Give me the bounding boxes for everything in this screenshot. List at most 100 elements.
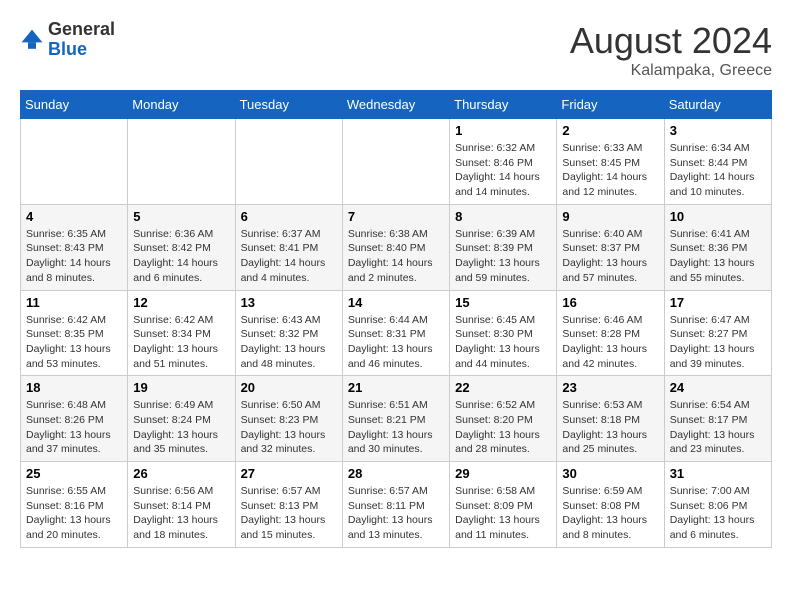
day-number: 5 xyxy=(133,209,229,224)
day-info: Sunrise: 6:59 AMSunset: 8:08 PMDaylight:… xyxy=(562,484,658,543)
table-row: 25 Sunrise: 6:55 AMSunset: 8:16 PMDaylig… xyxy=(21,462,128,548)
day-number: 22 xyxy=(455,380,551,395)
table-row: 10 Sunrise: 6:41 AMSunset: 8:36 PMDaylig… xyxy=(664,204,771,290)
logo: General Blue xyxy=(20,20,115,60)
day-number: 27 xyxy=(241,466,337,481)
logo-general-text: General xyxy=(48,19,115,39)
day-info: Sunrise: 6:41 AMSunset: 8:36 PMDaylight:… xyxy=(670,227,766,286)
table-row: 20 Sunrise: 6:50 AMSunset: 8:23 PMDaylig… xyxy=(235,376,342,462)
table-row: 7 Sunrise: 6:38 AMSunset: 8:40 PMDayligh… xyxy=(342,204,449,290)
day-info: Sunrise: 6:32 AMSunset: 8:46 PMDaylight:… xyxy=(455,141,551,200)
day-number: 14 xyxy=(348,295,444,310)
header-sunday: Sunday xyxy=(21,91,128,119)
day-number: 4 xyxy=(26,209,122,224)
day-info: Sunrise: 6:42 AMSunset: 8:35 PMDaylight:… xyxy=(26,313,122,372)
table-row: 28 Sunrise: 6:57 AMSunset: 8:11 PMDaylig… xyxy=(342,462,449,548)
day-number: 30 xyxy=(562,466,658,481)
table-row: 11 Sunrise: 6:42 AMSunset: 8:35 PMDaylig… xyxy=(21,290,128,376)
title-block: August 2024 Kalampaka, Greece xyxy=(570,20,772,80)
table-row: 17 Sunrise: 6:47 AMSunset: 8:27 PMDaylig… xyxy=(664,290,771,376)
calendar-week-row: 18 Sunrise: 6:48 AMSunset: 8:26 PMDaylig… xyxy=(21,376,772,462)
table-row: 13 Sunrise: 6:43 AMSunset: 8:32 PMDaylig… xyxy=(235,290,342,376)
calendar-table: Sunday Monday Tuesday Wednesday Thursday… xyxy=(20,90,772,548)
table-row: 6 Sunrise: 6:37 AMSunset: 8:41 PMDayligh… xyxy=(235,204,342,290)
day-number: 19 xyxy=(133,380,229,395)
day-number: 13 xyxy=(241,295,337,310)
day-info: Sunrise: 6:39 AMSunset: 8:39 PMDaylight:… xyxy=(455,227,551,286)
day-info: Sunrise: 6:46 AMSunset: 8:28 PMDaylight:… xyxy=(562,313,658,372)
day-info: Sunrise: 6:52 AMSunset: 8:20 PMDaylight:… xyxy=(455,398,551,457)
table-row: 22 Sunrise: 6:52 AMSunset: 8:20 PMDaylig… xyxy=(450,376,557,462)
location-subtitle: Kalampaka, Greece xyxy=(570,62,772,80)
table-row: 29 Sunrise: 6:58 AMSunset: 8:09 PMDaylig… xyxy=(450,462,557,548)
table-row: 15 Sunrise: 6:45 AMSunset: 8:30 PMDaylig… xyxy=(450,290,557,376)
table-row: 3 Sunrise: 6:34 AMSunset: 8:44 PMDayligh… xyxy=(664,119,771,205)
day-info: Sunrise: 6:53 AMSunset: 8:18 PMDaylight:… xyxy=(562,398,658,457)
day-number: 9 xyxy=(562,209,658,224)
day-info: Sunrise: 6:55 AMSunset: 8:16 PMDaylight:… xyxy=(26,484,122,543)
table-row xyxy=(235,119,342,205)
table-row: 2 Sunrise: 6:33 AMSunset: 8:45 PMDayligh… xyxy=(557,119,664,205)
day-info: Sunrise: 6:50 AMSunset: 8:23 PMDaylight:… xyxy=(241,398,337,457)
day-info: Sunrise: 6:58 AMSunset: 8:09 PMDaylight:… xyxy=(455,484,551,543)
day-info: Sunrise: 6:44 AMSunset: 8:31 PMDaylight:… xyxy=(348,313,444,372)
table-row: 26 Sunrise: 6:56 AMSunset: 8:14 PMDaylig… xyxy=(128,462,235,548)
header-thursday: Thursday xyxy=(450,91,557,119)
day-info: Sunrise: 6:40 AMSunset: 8:37 PMDaylight:… xyxy=(562,227,658,286)
day-number: 8 xyxy=(455,209,551,224)
weekday-header-row: Sunday Monday Tuesday Wednesday Thursday… xyxy=(21,91,772,119)
day-number: 1 xyxy=(455,123,551,138)
table-row: 19 Sunrise: 6:49 AMSunset: 8:24 PMDaylig… xyxy=(128,376,235,462)
day-info: Sunrise: 6:34 AMSunset: 8:44 PMDaylight:… xyxy=(670,141,766,200)
day-info: Sunrise: 6:51 AMSunset: 8:21 PMDaylight:… xyxy=(348,398,444,457)
day-info: Sunrise: 6:56 AMSunset: 8:14 PMDaylight:… xyxy=(133,484,229,543)
table-row: 30 Sunrise: 6:59 AMSunset: 8:08 PMDaylig… xyxy=(557,462,664,548)
day-info: Sunrise: 6:45 AMSunset: 8:30 PMDaylight:… xyxy=(455,313,551,372)
header-wednesday: Wednesday xyxy=(342,91,449,119)
day-number: 18 xyxy=(26,380,122,395)
header-tuesday: Tuesday xyxy=(235,91,342,119)
month-year-title: August 2024 xyxy=(570,20,772,62)
day-number: 26 xyxy=(133,466,229,481)
header-monday: Monday xyxy=(128,91,235,119)
day-info: Sunrise: 6:35 AMSunset: 8:43 PMDaylight:… xyxy=(26,227,122,286)
day-info: Sunrise: 6:57 AMSunset: 8:13 PMDaylight:… xyxy=(241,484,337,543)
table-row: 14 Sunrise: 6:44 AMSunset: 8:31 PMDaylig… xyxy=(342,290,449,376)
day-number: 29 xyxy=(455,466,551,481)
day-number: 31 xyxy=(670,466,766,481)
day-info: Sunrise: 6:37 AMSunset: 8:41 PMDaylight:… xyxy=(241,227,337,286)
day-number: 11 xyxy=(26,295,122,310)
table-row: 21 Sunrise: 6:51 AMSunset: 8:21 PMDaylig… xyxy=(342,376,449,462)
calendar-week-row: 25 Sunrise: 6:55 AMSunset: 8:16 PMDaylig… xyxy=(21,462,772,548)
day-number: 7 xyxy=(348,209,444,224)
table-row: 4 Sunrise: 6:35 AMSunset: 8:43 PMDayligh… xyxy=(21,204,128,290)
table-row xyxy=(342,119,449,205)
day-number: 10 xyxy=(670,209,766,224)
day-number: 15 xyxy=(455,295,551,310)
table-row: 12 Sunrise: 6:42 AMSunset: 8:34 PMDaylig… xyxy=(128,290,235,376)
day-number: 16 xyxy=(562,295,658,310)
header-saturday: Saturday xyxy=(664,91,771,119)
table-row xyxy=(128,119,235,205)
day-number: 25 xyxy=(26,466,122,481)
day-info: Sunrise: 7:00 AMSunset: 8:06 PMDaylight:… xyxy=(670,484,766,543)
table-row xyxy=(21,119,128,205)
logo-icon xyxy=(20,28,44,52)
logo-blue-text: Blue xyxy=(48,39,87,59)
day-info: Sunrise: 6:57 AMSunset: 8:11 PMDaylight:… xyxy=(348,484,444,543)
header-friday: Friday xyxy=(557,91,664,119)
table-row: 31 Sunrise: 7:00 AMSunset: 8:06 PMDaylig… xyxy=(664,462,771,548)
day-number: 2 xyxy=(562,123,658,138)
day-info: Sunrise: 6:49 AMSunset: 8:24 PMDaylight:… xyxy=(133,398,229,457)
day-info: Sunrise: 6:33 AMSunset: 8:45 PMDaylight:… xyxy=(562,141,658,200)
page-header: General Blue August 2024 Kalampaka, Gree… xyxy=(20,20,772,80)
day-info: Sunrise: 6:36 AMSunset: 8:42 PMDaylight:… xyxy=(133,227,229,286)
day-number: 3 xyxy=(670,123,766,138)
calendar-week-row: 1 Sunrise: 6:32 AMSunset: 8:46 PMDayligh… xyxy=(21,119,772,205)
table-row: 1 Sunrise: 6:32 AMSunset: 8:46 PMDayligh… xyxy=(450,119,557,205)
day-number: 21 xyxy=(348,380,444,395)
day-number: 6 xyxy=(241,209,337,224)
table-row: 16 Sunrise: 6:46 AMSunset: 8:28 PMDaylig… xyxy=(557,290,664,376)
table-row: 24 Sunrise: 6:54 AMSunset: 8:17 PMDaylig… xyxy=(664,376,771,462)
day-info: Sunrise: 6:47 AMSunset: 8:27 PMDaylight:… xyxy=(670,313,766,372)
